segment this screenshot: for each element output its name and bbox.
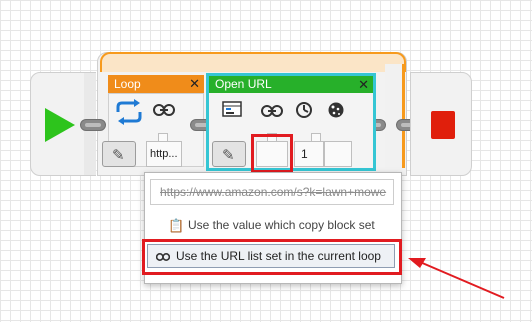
open-url-title: Open URL bbox=[215, 77, 272, 91]
table-icon bbox=[222, 101, 242, 117]
timeout-port[interactable]: 1 bbox=[294, 141, 324, 167]
cookie-icon bbox=[327, 101, 345, 119]
loop-close-icon[interactable]: ✕ bbox=[189, 75, 200, 93]
open-url-header[interactable]: Open URL ✕ bbox=[209, 76, 373, 93]
loop-right-bar bbox=[385, 64, 405, 168]
link-icon bbox=[261, 104, 283, 118]
loop-top-bar bbox=[100, 52, 406, 72]
loop-header[interactable]: Loop ✕ bbox=[108, 75, 204, 93]
loop-url-output[interactable]: http... bbox=[146, 141, 182, 167]
loop-title: Loop bbox=[114, 77, 141, 91]
url-text-field[interactable]: https://www.amazon.com/s?k=lawn+mowe bbox=[150, 179, 394, 205]
cookie-port[interactable] bbox=[324, 141, 352, 167]
loop-mode-button[interactable]: ✎ bbox=[102, 141, 136, 167]
option-copy-block-value[interactable]: 📋 Use the value which copy block set bbox=[160, 213, 390, 237]
open-url-mode-button[interactable]: ✎ bbox=[212, 141, 246, 167]
link-icon bbox=[152, 102, 176, 122]
timer-icon bbox=[295, 101, 313, 119]
annotation-arrow bbox=[408, 258, 505, 299]
pencil-icon: ✎ bbox=[222, 147, 235, 164]
pencil-icon: ✎ bbox=[112, 147, 125, 164]
connector bbox=[80, 119, 106, 131]
clipboard-icon: 📋 bbox=[168, 218, 185, 233]
timeout-value: 1 bbox=[301, 147, 308, 161]
stop-icon[interactable] bbox=[431, 111, 455, 139]
url-port-highlight bbox=[251, 134, 293, 173]
play-icon[interactable] bbox=[45, 108, 75, 142]
loop-icon bbox=[112, 98, 146, 126]
option-copy-label: Use the value which copy block set bbox=[188, 218, 375, 232]
option-highlight-box bbox=[142, 239, 402, 275]
loop-url-value: http... bbox=[150, 148, 178, 160]
open-url-close-icon[interactable]: ✕ bbox=[358, 76, 369, 93]
